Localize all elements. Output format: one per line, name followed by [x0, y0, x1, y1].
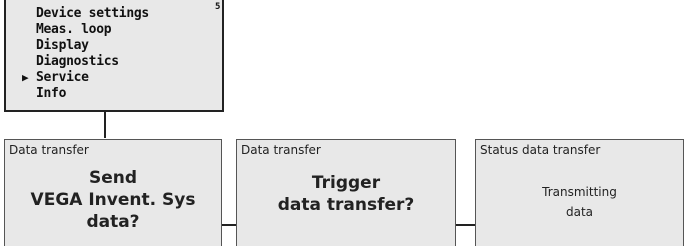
menu-item-device-settings[interactable]: Device settings	[36, 6, 149, 22]
connector-line	[456, 224, 475, 226]
panel-trigger-transfer: Data transfer Trigger data transfer?	[236, 139, 456, 246]
panel-header: Data transfer	[241, 143, 321, 157]
menu-item-service[interactable]: ▶ Service	[22, 70, 149, 86]
panel-message: Transmitting data	[542, 185, 617, 219]
menu-item-diagnostics[interactable]: Diagnostics	[36, 54, 149, 70]
panel-send-invent-sys: Data transfer Send VEGA Invent. Sys data…	[4, 139, 222, 246]
menu-item-label: Display	[36, 38, 89, 53]
menu-item-label: Service	[36, 70, 89, 85]
menu-item-info[interactable]: Info	[36, 86, 149, 102]
menu-item-label: Device settings	[36, 6, 149, 21]
menu-item-label: Meas. loop	[36, 22, 112, 37]
panel-status-transfer: Status data transfer Transmitting data	[475, 139, 684, 246]
cursor-arrow-icon: ▶	[22, 71, 29, 84]
menu-item-label: Diagnostics	[36, 54, 119, 69]
main-menu-list: Device settings Meas. loop Display Diagn…	[22, 6, 149, 102]
panel-header: Status data transfer	[480, 143, 601, 157]
panel-message: Trigger data transfer?	[277, 173, 415, 215]
connector-line	[222, 224, 236, 226]
connector-line	[104, 112, 106, 138]
main-menu-screen: Device settings Meas. loop Display Diagn…	[4, 0, 224, 112]
menu-item-meas-loop[interactable]: Meas. loop	[36, 22, 149, 38]
menu-page-number: 5	[215, 2, 221, 12]
menu-item-label: Info	[36, 86, 67, 101]
panel-message: Send VEGA Invent. Sys data?	[30, 168, 196, 232]
panel-header: Data transfer	[9, 143, 89, 157]
menu-item-display[interactable]: Display	[36, 38, 149, 54]
